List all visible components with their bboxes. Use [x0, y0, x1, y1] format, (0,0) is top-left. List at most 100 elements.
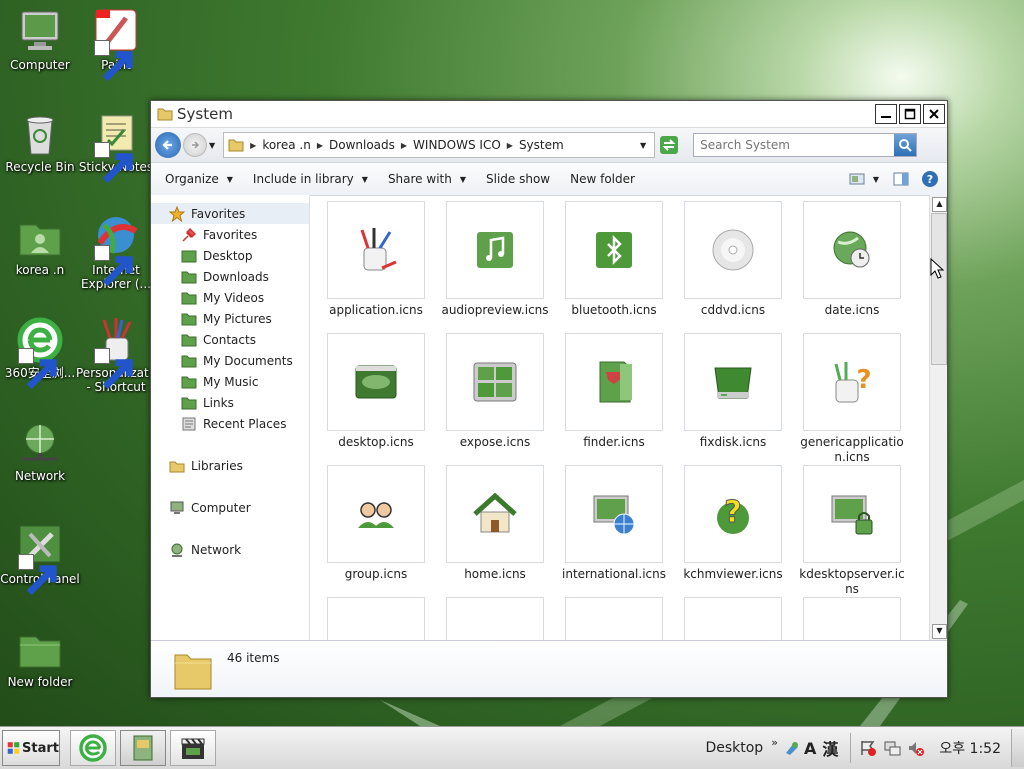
file-name: genericapplication.icns	[800, 435, 904, 464]
search-box[interactable]	[693, 133, 918, 157]
nav-network[interactable]: Network	[151, 539, 309, 560]
breadcrumb-item[interactable]: Downloads	[329, 138, 395, 152]
include-in-library-button[interactable]: Include in library ▼	[253, 172, 368, 186]
file-item-partial[interactable]	[796, 597, 908, 641]
organize-button[interactable]: Organize ▼	[165, 172, 233, 186]
nav-item-links[interactable]: Links	[151, 392, 309, 413]
file-item-desktop[interactable]: desktop.icns	[320, 333, 432, 450]
back-button[interactable]	[155, 132, 181, 158]
view-dropdown-icon[interactable]: ▼	[873, 175, 879, 184]
breadcrumb-separator-icon[interactable]: ▶	[401, 141, 407, 150]
desktop-icon-computer[interactable]: Computer	[0, 8, 80, 72]
desktop-icon-paint[interactable]: Paint	[76, 8, 156, 82]
taskbar-app-360-browser[interactable]	[70, 730, 116, 766]
desktop-icon-internet-explorer[interactable]: Internet Explorer (...	[76, 213, 156, 291]
slide-show-button[interactable]: Slide show	[486, 172, 550, 186]
nav-favorites-header[interactable]: Favorites	[151, 203, 309, 224]
desktop-icon-control-panel[interactable]: Control Panel	[0, 522, 80, 596]
breadcrumb-item[interactable]: System	[519, 138, 564, 152]
nav-item-my-documents[interactable]: My Documents	[151, 350, 309, 371]
title-bar[interactable]: System	[151, 101, 947, 128]
show-desktop-button[interactable]	[1011, 729, 1024, 767]
nav-item-favorites[interactable]: Favorites	[151, 224, 309, 245]
start-button[interactable]: Start	[2, 730, 60, 766]
file-item-genericapplication[interactable]: ? genericapplication.icns	[796, 333, 908, 465]
minimize-button[interactable]	[875, 104, 897, 124]
breadcrumb-item[interactable]: WINDOWS ICO	[413, 138, 501, 152]
start-label: Start	[22, 740, 59, 756]
action-center-flag-icon[interactable]	[859, 739, 877, 757]
browser-e-icon	[79, 734, 107, 762]
desktop-icon-new-folder[interactable]: New folder	[0, 625, 80, 689]
view-options-icon[interactable]	[849, 172, 865, 186]
nav-item-contacts[interactable]: Contacts	[151, 329, 309, 350]
search-button[interactable]	[894, 134, 917, 156]
maximize-button[interactable]	[899, 104, 921, 124]
desktop-icon-label: Network	[14, 469, 66, 483]
desktop-toolbar-label[interactable]: Desktop	[705, 740, 763, 756]
nav-item-my-videos[interactable]: My Videos	[151, 287, 309, 308]
svg-text:?: ?	[856, 365, 871, 395]
file-item-audiopreview[interactable]: audiopreview.icns	[439, 201, 551, 318]
forward-button[interactable]	[183, 133, 207, 157]
desktop-icon-personalization[interactable]: Personalizat... - Shortcut	[76, 316, 160, 394]
nav-libraries[interactable]: Libraries	[151, 455, 309, 476]
address-box[interactable]: ▶ korea .n ▶ Downloads ▶ WINDOWS ICO ▶ S…	[223, 132, 656, 158]
file-item-date[interactable]: date.icns	[796, 201, 908, 318]
file-item-kchmviewer[interactable]: ? kchmviewer.icns	[677, 465, 789, 582]
search-input[interactable]	[694, 137, 895, 153]
nav-item-downloads[interactable]: Downloads	[151, 266, 309, 287]
scroll-down-button[interactable]: ▼	[932, 624, 947, 639]
breadcrumb-separator-icon[interactable]: ▶	[250, 141, 256, 150]
refresh-icon[interactable]	[659, 135, 679, 155]
file-item-international[interactable]: international.icns	[558, 465, 670, 582]
desktop-icon-recycle-bin[interactable]: Recycle Bin	[0, 110, 80, 174]
file-item-partial[interactable]	[439, 597, 551, 641]
desktop-icon-network[interactable]: Network	[0, 419, 80, 483]
volume-muted-icon[interactable]	[907, 739, 925, 757]
breadcrumb-separator-icon[interactable]: ▶	[507, 141, 513, 150]
desktop-icon-sticky-notes[interactable]: Sticky Notes	[76, 110, 156, 184]
file-item-partial[interactable]	[320, 597, 432, 641]
svg-text:?: ?	[927, 173, 933, 186]
clock[interactable]: 오후 1:52	[939, 738, 1001, 758]
network-icon	[171, 543, 183, 557]
file-item-application[interactable]: application.icns	[320, 201, 432, 318]
file-item-cddvd[interactable]: cddvd.icns	[677, 201, 789, 318]
share-with-button[interactable]: Share with ▼	[388, 172, 466, 186]
preview-pane-icon[interactable]	[893, 171, 909, 187]
ime-mode-a[interactable]: A	[804, 739, 816, 758]
close-button[interactable]	[923, 104, 945, 124]
file-item-fixdisk[interactable]: fixdisk.icns	[677, 333, 789, 450]
breadcrumb-item[interactable]: korea .n	[262, 138, 311, 152]
file-item-partial[interactable]	[558, 597, 670, 641]
taskbar-app-explorer[interactable]	[120, 730, 166, 766]
scroll-up-button[interactable]: ▲	[932, 197, 947, 212]
file-item-kdesktopserver[interactable]: kdesktopserver.icns	[796, 465, 908, 597]
music-folder-icon	[181, 376, 197, 388]
scroll-thumb[interactable]	[931, 213, 947, 365]
ime-mode-hanja[interactable]: 漢	[822, 736, 838, 760]
desktop-icon-360-browser[interactable]: 360安全浏...	[0, 316, 80, 390]
chevron-double-right-icon[interactable]: »	[771, 736, 778, 749]
file-item-finder[interactable]: finder.icns	[558, 333, 670, 450]
nav-item-my-music[interactable]: My Music	[151, 371, 309, 392]
file-item-bluetooth[interactable]: bluetooth.icns	[558, 201, 670, 318]
network-status-icon[interactable]	[883, 739, 901, 757]
taskbar-app-media[interactable]	[170, 730, 216, 766]
help-icon[interactable]: ?	[921, 170, 939, 188]
file-item-partial[interactable]	[677, 597, 789, 641]
nav-item-my-pictures[interactable]: My Pictures	[151, 308, 309, 329]
desktop-icon-user-folder[interactable]: korea .n	[0, 213, 80, 277]
language-bar-icon[interactable]	[784, 740, 800, 756]
history-dropdown-icon[interactable]: ▼	[209, 141, 215, 150]
new-folder-button[interactable]: New folder	[570, 172, 635, 186]
nav-item-desktop[interactable]: Desktop	[151, 245, 309, 266]
address-dropdown-icon[interactable]: ▼	[640, 141, 646, 150]
file-item-group[interactable]: group.icns	[320, 465, 432, 582]
nav-computer[interactable]: Computer	[151, 497, 309, 518]
nav-item-recent-places[interactable]: Recent Places	[151, 413, 309, 434]
breadcrumb-separator-icon[interactable]: ▶	[317, 141, 323, 150]
file-item-expose[interactable]: expose.icns	[439, 333, 551, 450]
file-item-home[interactable]: home.icns	[439, 465, 551, 582]
